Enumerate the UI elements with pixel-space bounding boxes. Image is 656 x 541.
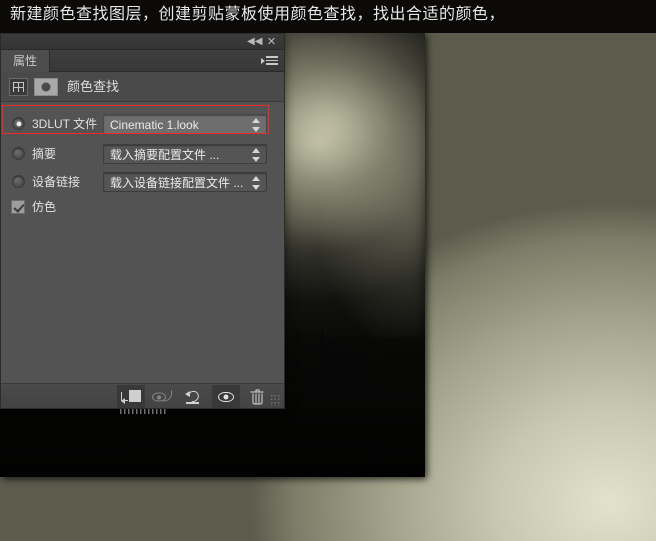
buttress — [332, 337, 341, 391]
trash-icon — [250, 389, 264, 404]
select-devicelink-profile[interactable]: 载入设备链接配置文件 ... — [103, 172, 267, 192]
page-title: 颜色查找 — [67, 79, 120, 94]
select-abstract-value: 载入摘要配置文件 ... — [110, 148, 220, 162]
eye-arrow-icon — [152, 390, 172, 403]
radio-abstract[interactable] — [12, 147, 25, 160]
checkbox-dither[interactable] — [11, 200, 25, 214]
collapse-icon[interactable]: ◀◀ — [247, 36, 262, 48]
resize-grip-corner[interactable] — [270, 394, 282, 406]
resize-grip-bottom[interactable] — [119, 409, 166, 414]
option-label-devicelink: 设备链接 — [32, 175, 81, 189]
select-devicelink-value: 载入设备链接配置文件 ... — [110, 176, 244, 190]
toggle-visibility-button[interactable] — [212, 385, 240, 408]
clip-to-layer-button[interactable] — [117, 385, 145, 408]
dither-label: 仿色 — [32, 200, 57, 214]
clip-to-layer-icon — [121, 389, 141, 404]
properties-panel[interactable]: ◀◀ ✕ 属性 颜色查找 3DLUT 文件 Cinematic 1.look 摘… — [0, 33, 285, 414]
option-row-abstract[interactable]: 摘要 载入摘要配置文件 ... — [1, 140, 284, 168]
caption-band: 新建颜色查找图层，创建剪贴蒙板使用颜色查找，找出合适的颜色， — [0, 0, 656, 33]
dither-row[interactable]: 仿色 — [1, 197, 284, 219]
panel-tab-strip: 属性 — [1, 50, 284, 72]
buttress — [346, 344, 355, 391]
radio-3dlut[interactable] — [12, 117, 25, 130]
adjustment-layer-icon[interactable] — [34, 78, 58, 96]
delete-adjustment-button[interactable] — [243, 385, 271, 408]
photo-stage: ◀◀ ✕ 属性 颜色查找 3DLUT 文件 Cinematic 1.look 摘… — [0, 33, 656, 541]
reset-arrow-icon — [184, 388, 202, 404]
select-3dlut-file[interactable]: Cinematic 1.look — [103, 114, 267, 134]
stepper-devicelink-icon[interactable] — [252, 176, 261, 190]
panel-body: 3DLUT 文件 Cinematic 1.look 摘要 载入摘要配置文件 ..… — [1, 102, 284, 403]
stepper-3dlut-icon[interactable] — [252, 118, 261, 132]
select-abstract-profile[interactable]: 载入摘要配置文件 ... — [103, 144, 267, 164]
screenshot-root: 新建颜色查找图层，创建剪贴蒙板使用颜色查找，找出合适的颜色， ◀◀ ✕ 属性 颜… — [0, 0, 656, 541]
panel-header: 颜色查找 — [1, 72, 284, 102]
option-row-devicelink[interactable]: 设备链接 载入设备链接配置文件 ... — [1, 168, 284, 196]
tab-properties[interactable]: 属性 — [1, 50, 51, 72]
panel-menu-bars-icon — [266, 56, 278, 67]
panel-footer-toolbar — [1, 383, 284, 414]
select-3dlut-value: Cinematic 1.look — [110, 118, 199, 132]
panel-menu-triangle-icon — [261, 58, 265, 64]
close-icon[interactable]: ✕ — [265, 36, 278, 48]
reset-adjustment-button[interactable] — [179, 385, 207, 408]
option-row-3dlut[interactable]: 3DLUT 文件 Cinematic 1.look — [1, 110, 284, 138]
tutorial-caption-text: 新建颜色查找图层，创建剪贴蒙板使用颜色查找，找出合适的颜色， — [10, 6, 506, 23]
view-previous-state-button[interactable] — [148, 385, 176, 408]
lut-grid-icon — [9, 78, 28, 96]
stepper-abstract-icon[interactable] — [252, 148, 261, 162]
eye-icon — [218, 391, 234, 402]
panel-titlebar[interactable]: ◀◀ ✕ — [1, 34, 284, 50]
radio-devicelink[interactable] — [12, 175, 25, 188]
option-label-abstract: 摘要 — [32, 147, 57, 161]
panel-menu-icon[interactable] — [260, 55, 278, 67]
option-label-3dlut: 3DLUT 文件 — [32, 117, 98, 131]
